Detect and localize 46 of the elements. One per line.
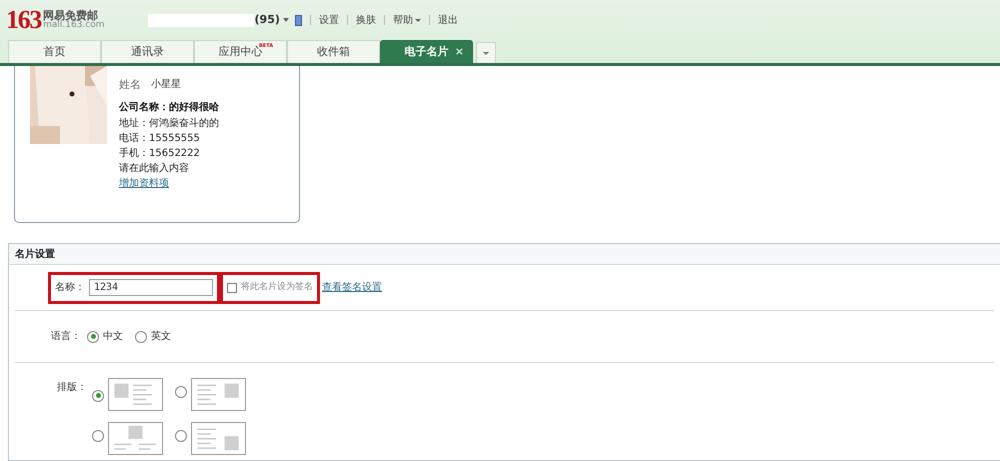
- radio-button[interactable]: [92, 390, 104, 402]
- name-label: 姓名: [119, 77, 141, 92]
- layout-thumbnail[interactable]: [191, 378, 246, 411]
- name-value: 小星星: [151, 78, 181, 92]
- add-field-link[interactable]: 增加资料项: [119, 176, 219, 191]
- language-label: 语言：: [51, 330, 81, 344]
- close-icon[interactable]: ×: [454, 44, 464, 60]
- language-option-label: 中文: [103, 330, 123, 344]
- card-line: 公司名称：的好得很哈: [119, 100, 219, 115]
- account-field[interactable]: [148, 14, 254, 26]
- layout-thumbnail[interactable]: [108, 378, 163, 411]
- unread-count: (95): [254, 12, 280, 28]
- radio-button[interactable]: [175, 386, 187, 398]
- header-link[interactable]: 退出: [438, 12, 458, 28]
- card-line: 请在此输入内容: [119, 162, 190, 176]
- layout-label: 排版：: [57, 380, 87, 395]
- radio-button[interactable]: [135, 330, 147, 342]
- logo-domain: mall.163.com: [43, 21, 105, 30]
- nav-tab[interactable]: 收件箱: [287, 40, 380, 63]
- caret-icon[interactable]: [282, 18, 289, 22]
- radio-button[interactable]: [87, 330, 99, 342]
- header-link[interactable]: 帮助: [392, 12, 421, 28]
- language-option-label: 英文: [151, 330, 171, 344]
- header-link[interactable]: 换肤: [356, 12, 376, 28]
- nav-tab[interactable]: 首页: [8, 40, 101, 63]
- layout-thumbnail[interactable]: [108, 422, 163, 455]
- layout-thumbnail[interactable]: [191, 422, 246, 455]
- name-field-label: 名称：: [55, 281, 85, 295]
- radio-button[interactable]: [92, 430, 104, 442]
- signature-checkbox-label: 将此名片设为签名: [241, 280, 313, 294]
- signature-settings-link[interactable]: 查看签名设置: [322, 280, 382, 295]
- card-line: 电话：15555555: [119, 132, 201, 146]
- nav-tab[interactable]: 电子名片 ×: [380, 40, 473, 63]
- header-link[interactable]: 设置: [318, 12, 339, 28]
- logo-number: 163: [6, 7, 42, 33]
- logo-name: 网易免费邮: [43, 10, 98, 21]
- name-input[interactable]: 1234: [89, 279, 213, 296]
- nav-tab[interactable]: 通讯录: [101, 40, 194, 63]
- tab-menu-button[interactable]: [476, 42, 496, 63]
- caret-icon: [483, 52, 489, 54]
- card-line: 地址：何鸿燊奋斗的的: [119, 116, 219, 131]
- section-title: 名片设置: [15, 248, 55, 262]
- card-line: 手机：15652222: [119, 146, 201, 161]
- signature-checkbox[interactable]: [227, 282, 237, 292]
- phone-icon[interactable]: [294, 14, 302, 26]
- radio-button[interactable]: [175, 430, 187, 442]
